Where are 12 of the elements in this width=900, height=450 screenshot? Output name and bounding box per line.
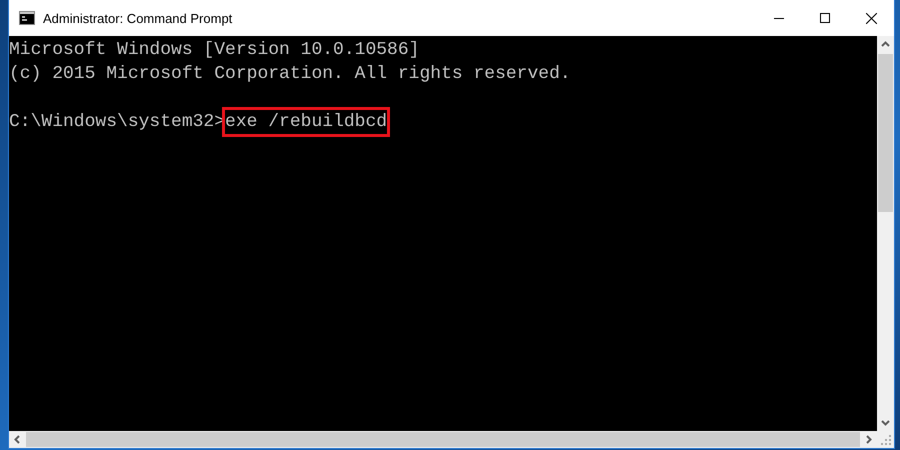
console-app-icon <box>19 11 35 25</box>
console-output-line: Microsoft Windows [Version 10.0.10586] <box>9 39 420 62</box>
command-prompt: C:\Windows\system32> <box>9 111 226 134</box>
scroll-thumb[interactable] <box>26 432 860 447</box>
maximize-icon[interactable] <box>820 13 830 23</box>
window-title: Administrator: Command Prompt <box>43 10 234 26</box>
scroll-thumb[interactable] <box>878 54 893 212</box>
highlighted-command: exe /rebuildbcd <box>225 110 388 134</box>
vertical-scrollbar[interactable] <box>877 36 894 431</box>
console-output-line: (c) 2015 Microsoft Corporation. All rights reserved. <box>9 63 571 86</box>
close-icon[interactable] <box>866 12 876 24</box>
horizontal-scrollbar[interactable] <box>9 431 894 448</box>
